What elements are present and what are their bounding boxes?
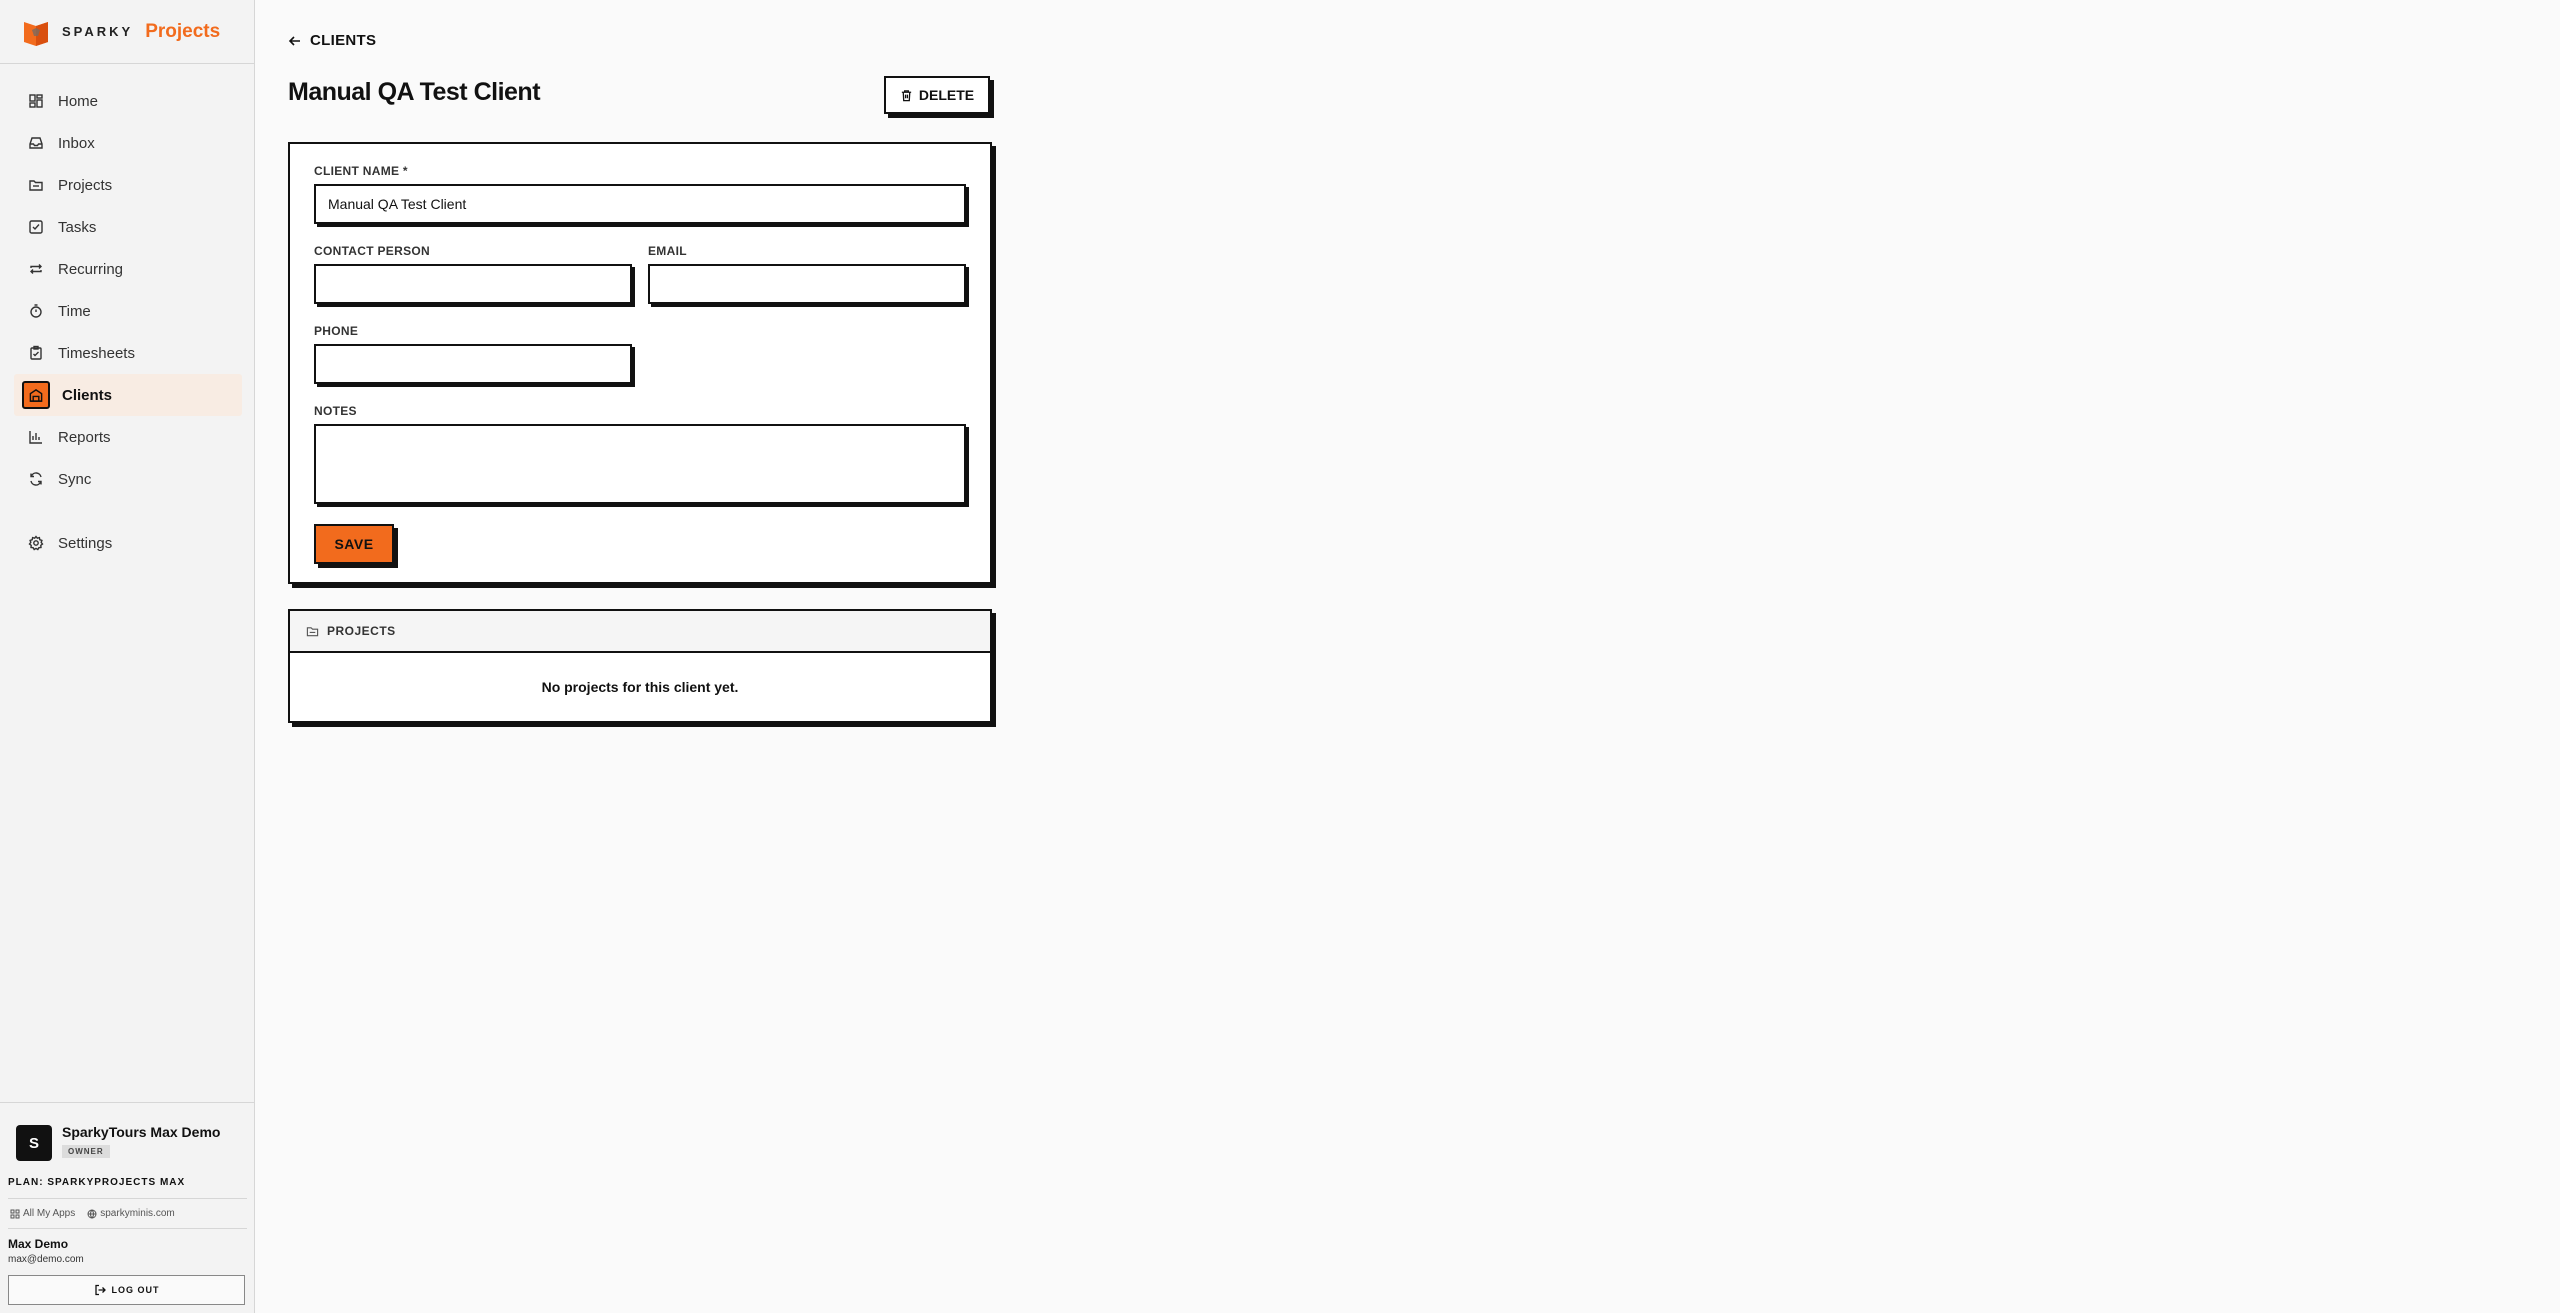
product-name: Projects [145,20,221,42]
delete-label: DELETE [918,87,975,103]
sidebar-item-label: Tasks [58,218,97,236]
org-name: SparkyTours Max Demo [62,1124,221,1140]
back-label: CLIENTS [310,32,377,49]
email-label: EMAIL [648,244,687,258]
sidebar-item-reports[interactable]: Reports [14,416,242,458]
page-title: Manual QA Test Client [288,78,541,106]
sidebar: SPARKY Projects Home Inbox Projects Task… [0,0,255,1313]
sidebar-item-inbox[interactable]: Inbox [14,122,242,164]
main-nav: Home Inbox Projects Tasks Recurring Time… [0,64,254,564]
bar-chart-icon [29,431,42,444]
site-link[interactable]: sparkyminis.com [87,1208,175,1219]
dashboard-icon [29,94,43,108]
user-info: Max Demo max@demo.com [8,1229,247,1275]
folder-icon [29,180,43,191]
gear-icon [28,535,44,551]
clipboard-icon [30,345,42,360]
logout-button[interactable]: LOG OUT [8,1275,245,1305]
client-form: CLIENT NAME * Manual QA Test Client CONT… [288,142,992,584]
sidebar-item-timesheets[interactable]: Timesheets [14,332,242,374]
folder-icon [306,626,319,636]
sidebar-item-label: Clients [62,386,113,404]
logout-label: LOG OUT [111,1285,160,1295]
sidebar-footer: S SparkyTours Max Demo OWNER PLAN: SPARK… [0,1102,255,1313]
projects-panel: PROJECTS No projects for this client yet… [288,609,992,723]
sidebar-item-recurring[interactable]: Recurring [14,248,242,290]
sidebar-item-label: Settings [58,534,113,552]
contact-person-input[interactable] [314,264,632,304]
phone-input[interactable] [314,344,632,384]
app-logo[interactable]: SPARKY Projects [0,0,254,64]
contact-person-label: CONTACT PERSON [314,244,430,258]
sidebar-item-label: Recurring [58,260,124,278]
sidebar-item-settings[interactable]: Settings [14,522,242,564]
sidebar-item-time[interactable]: Time [14,290,242,332]
notes-textarea[interactable] [314,424,966,504]
sidebar-item-label: Projects [58,176,113,194]
footer-links: All My Apps sparkyminis.com [8,1199,247,1229]
logout-icon [94,1284,106,1296]
sidebar-item-home[interactable]: Home [14,80,242,122]
sidebar-item-label: Sync [58,470,92,488]
plan-label: PLAN: SPARKYPROJECTS MAX [8,1177,247,1199]
notes-label: NOTES [314,404,357,418]
arrow-left-icon [288,35,300,46]
back-link[interactable]: CLIENTS [288,32,376,49]
sidebar-item-label: Home [58,92,99,110]
sidebar-item-label: Reports [58,428,111,446]
all-apps-label: All My Apps [23,1208,76,1219]
sidebar-item-clients[interactable]: Clients [14,374,242,416]
sidebar-item-label: Time [58,302,91,320]
user-email: max@demo.com [8,1254,84,1265]
grid-icon [10,1209,20,1218]
site-label: sparkyminis.com [100,1208,175,1219]
globe-icon [87,1209,97,1219]
save-button[interactable]: SAVE [314,524,394,564]
projects-heading: PROJECTS [327,624,396,638]
sidebar-item-label: Timesheets [58,344,135,362]
email-input[interactable] [648,264,966,304]
delete-button[interactable]: DELETE [884,76,990,114]
role-badge: OWNER [62,1145,110,1158]
client-name-label: CLIENT NAME * [314,164,408,178]
sparky-logo-icon [24,21,48,46]
inbox-icon [29,137,43,149]
avatar: S [16,1125,52,1161]
org-switcher[interactable]: S SparkyTours Max Demo OWNER [8,1121,247,1161]
user-name: Max Demo [8,1237,69,1251]
sidebar-item-tasks[interactable]: Tasks [14,206,242,248]
empty-state: No projects for this client yet. [541,679,739,695]
client-name-input[interactable]: Manual QA Test Client [314,184,966,224]
sidebar-item-sync[interactable]: Sync [14,458,242,500]
phone-label: PHONE [314,324,359,338]
timer-icon [30,304,42,318]
brand-name: SPARKY [62,24,134,39]
projects-header: PROJECTS [290,611,990,653]
all-apps-link[interactable]: All My Apps [10,1208,75,1219]
building-icon [22,381,50,409]
checkbox-icon [29,220,43,234]
trash-icon [901,89,912,101]
repeat-icon [30,264,42,274]
sidebar-item-projects[interactable]: Projects [14,164,242,206]
sidebar-item-label: Inbox [58,134,95,152]
refresh-icon [30,472,42,486]
